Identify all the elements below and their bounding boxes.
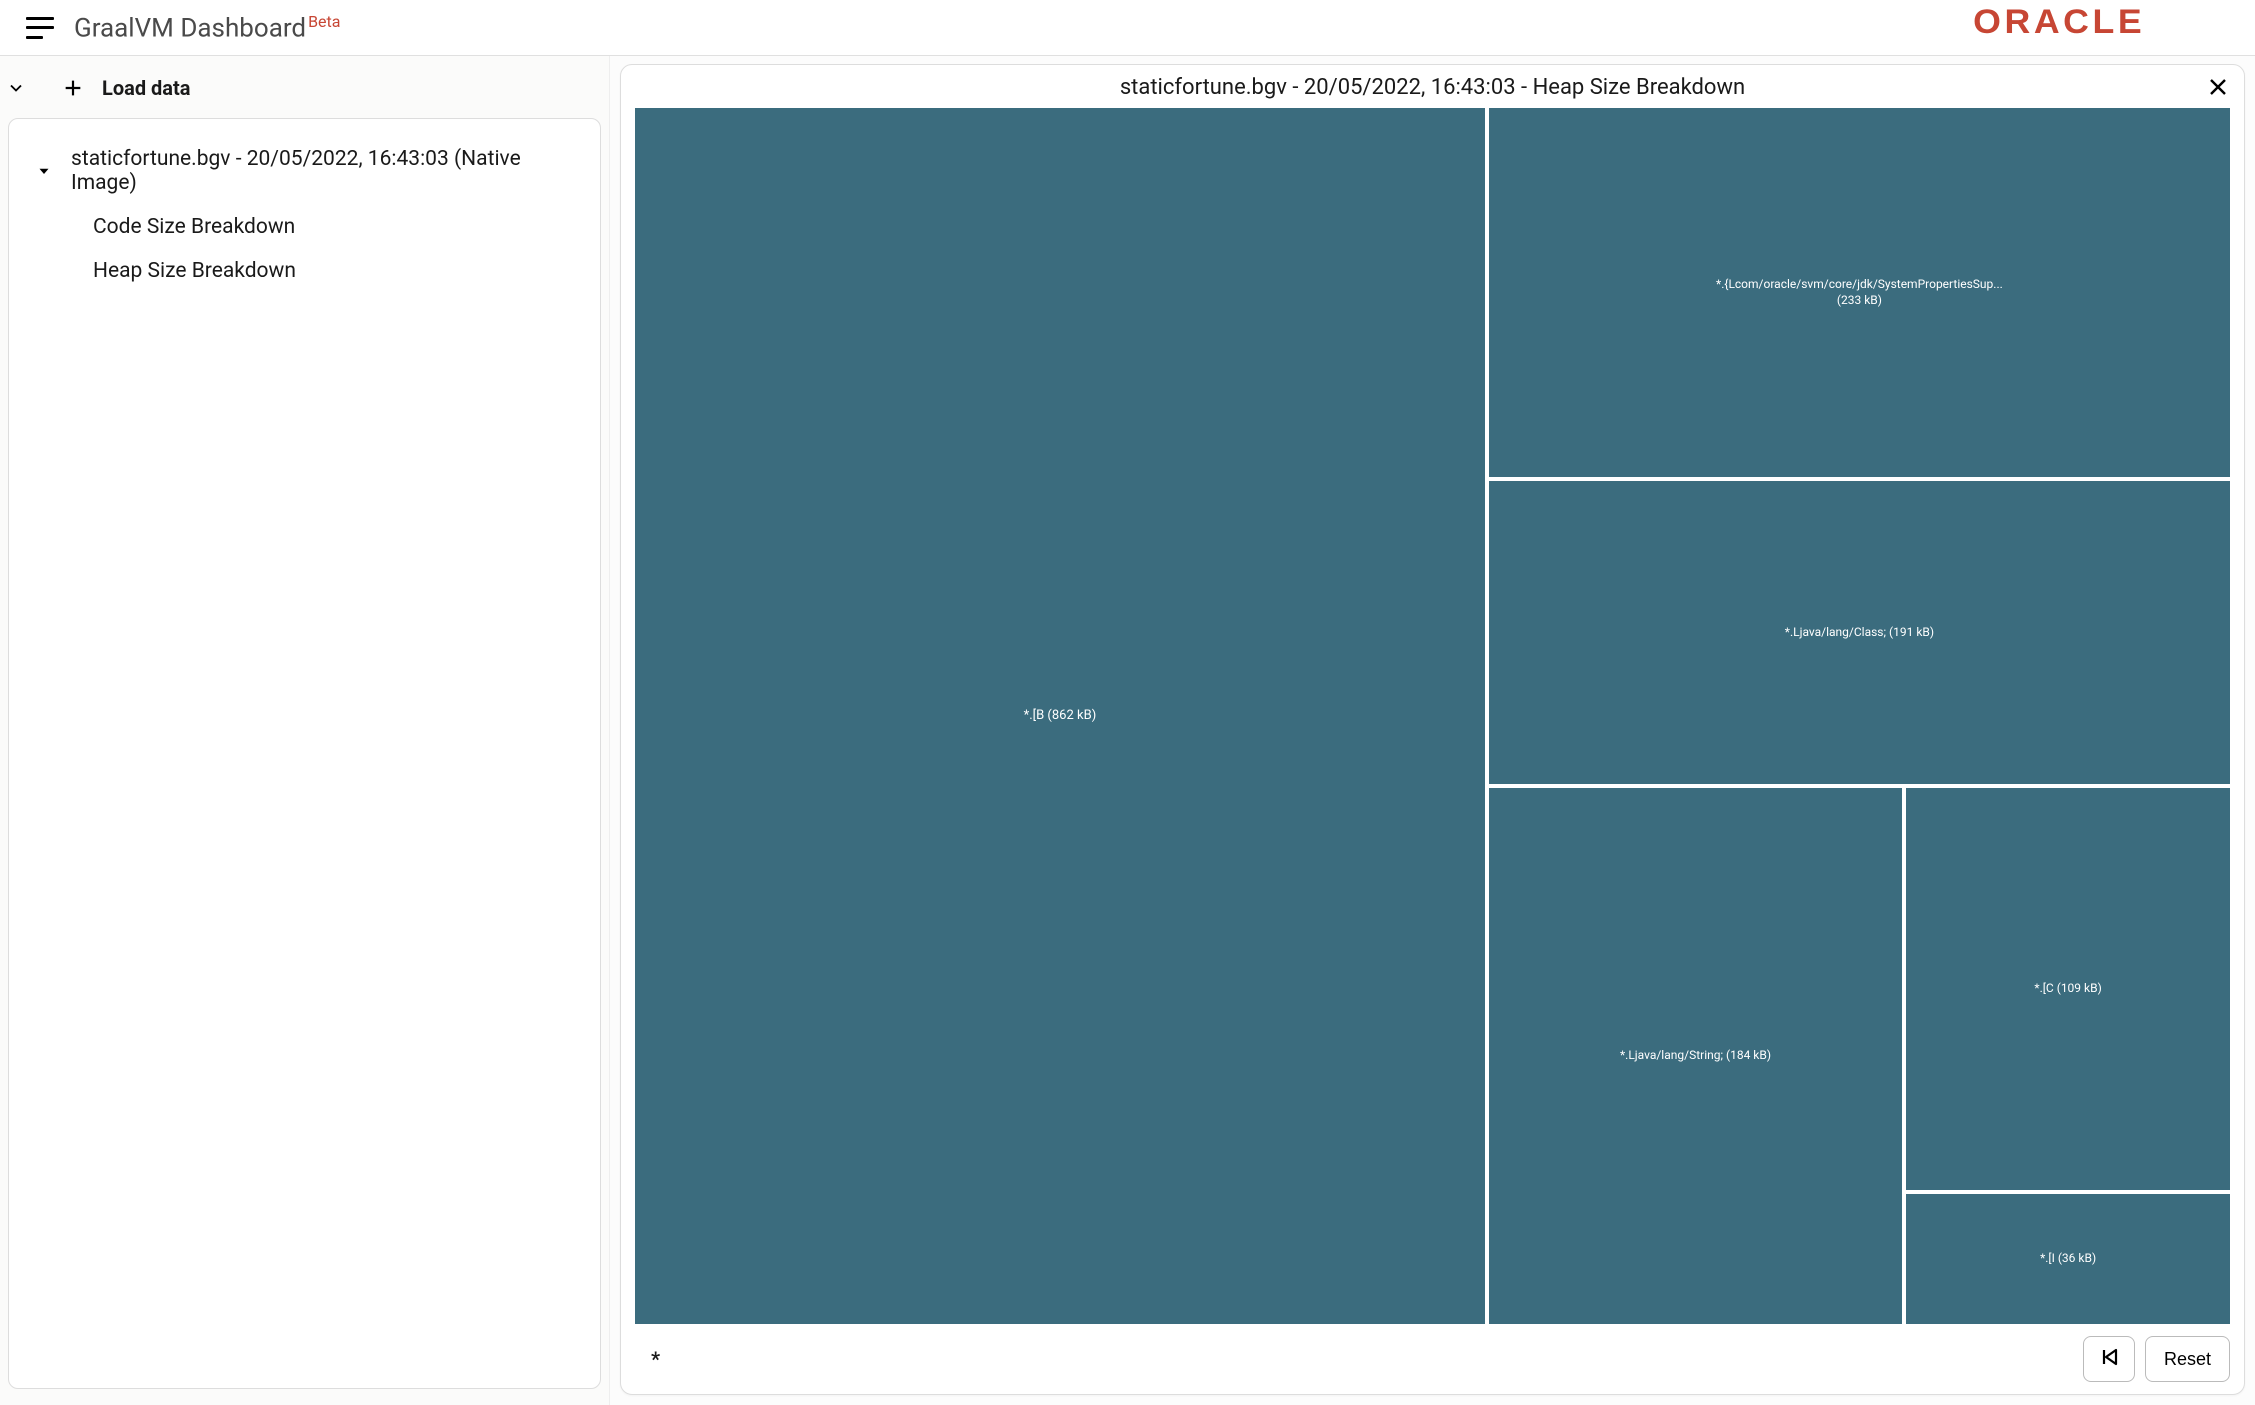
reset-button[interactable]: Reset [2145,1336,2230,1382]
caret-down-icon [35,162,53,180]
viz-card: staticfortune.bgv - 20/05/2022, 16:43:03… [620,64,2245,1395]
file-tree-panel: staticfortune.bgv - 20/05/2022, 16:43:03… [8,118,601,1389]
treemap-cell[interactable]: *.[C (109 kB) [1904,786,2232,1192]
file-tree-root-label: staticfortune.bgv - 20/05/2022, 16:43:03… [71,147,582,195]
beta-badge: Beta [308,12,340,31]
topbar: GraalVM DashboardBeta ORACLE [0,0,2255,56]
back-button[interactable] [2083,1336,2135,1382]
treemap-cell[interactable]: *.{Lcom/oracle/svm/core/jdk/SystemProper… [1487,106,2232,479]
svg-text:ORACLE: ORACLE [1973,6,2145,40]
file-tree-child-code-size[interactable]: Code Size Breakdown [21,205,588,249]
chevron-down-icon[interactable] [6,78,26,98]
file-tree-root[interactable]: staticfortune.bgv - 20/05/2022, 16:43:03… [21,137,588,205]
menu-icon[interactable] [26,17,54,39]
treemap-chart: *.[B (862 kB) *.{Lcom/oracle/svm/core/jd… [633,106,2232,1326]
sidebar: Load data staticfortune.bgv - 20/05/2022… [0,56,610,1405]
main-panel: staticfortune.bgv - 20/05/2022, 16:43:03… [610,56,2255,1405]
plus-icon[interactable] [62,77,84,99]
treemap-cell[interactable]: *.Ljava/lang/String; (184 kB) [1487,786,1904,1326]
treemap-cell[interactable]: *.[I (36 kB) [1904,1192,2232,1326]
breadcrumb: * [651,1347,660,1371]
treemap-cell[interactable]: *.Ljava/lang/Class; (191 kB) [1487,479,2232,785]
load-data-label: Load data [102,76,190,100]
oracle-logo: ORACLE [1971,6,2244,49]
load-data-row[interactable]: Load data [2,66,607,114]
skip-back-icon [2097,1345,2121,1374]
app-title: GraalVM DashboardBeta [74,12,340,44]
file-tree-child-heap-size[interactable]: Heap Size Breakdown [21,249,588,293]
viz-title: staticfortune.bgv - 20/05/2022, 16:43:03… [1120,75,1745,100]
treemap-cell[interactable]: *.[B (862 kB) [633,106,1487,1326]
close-icon[interactable] [2206,75,2230,99]
